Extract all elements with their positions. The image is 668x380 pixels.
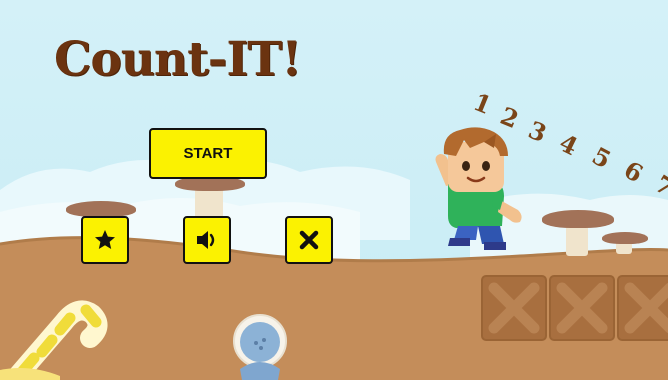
alien-character <box>233 314 287 380</box>
start-button[interactable]: START <box>149 128 267 179</box>
sound-toggle-button[interactable] <box>183 216 231 264</box>
candy-cane <box>0 300 108 380</box>
speaker-icon <box>197 231 215 249</box>
favorites-button[interactable] <box>81 216 129 264</box>
star-icon <box>95 230 115 249</box>
close-icon <box>299 230 319 250</box>
boy-character <box>435 127 522 250</box>
game-title: Count-IT! <box>54 32 302 87</box>
exit-button[interactable] <box>285 216 333 264</box>
game-screen: Count-IT! 1 2 3 4 5 6 7 START <box>0 0 668 380</box>
wooden-crates <box>481 275 668 341</box>
